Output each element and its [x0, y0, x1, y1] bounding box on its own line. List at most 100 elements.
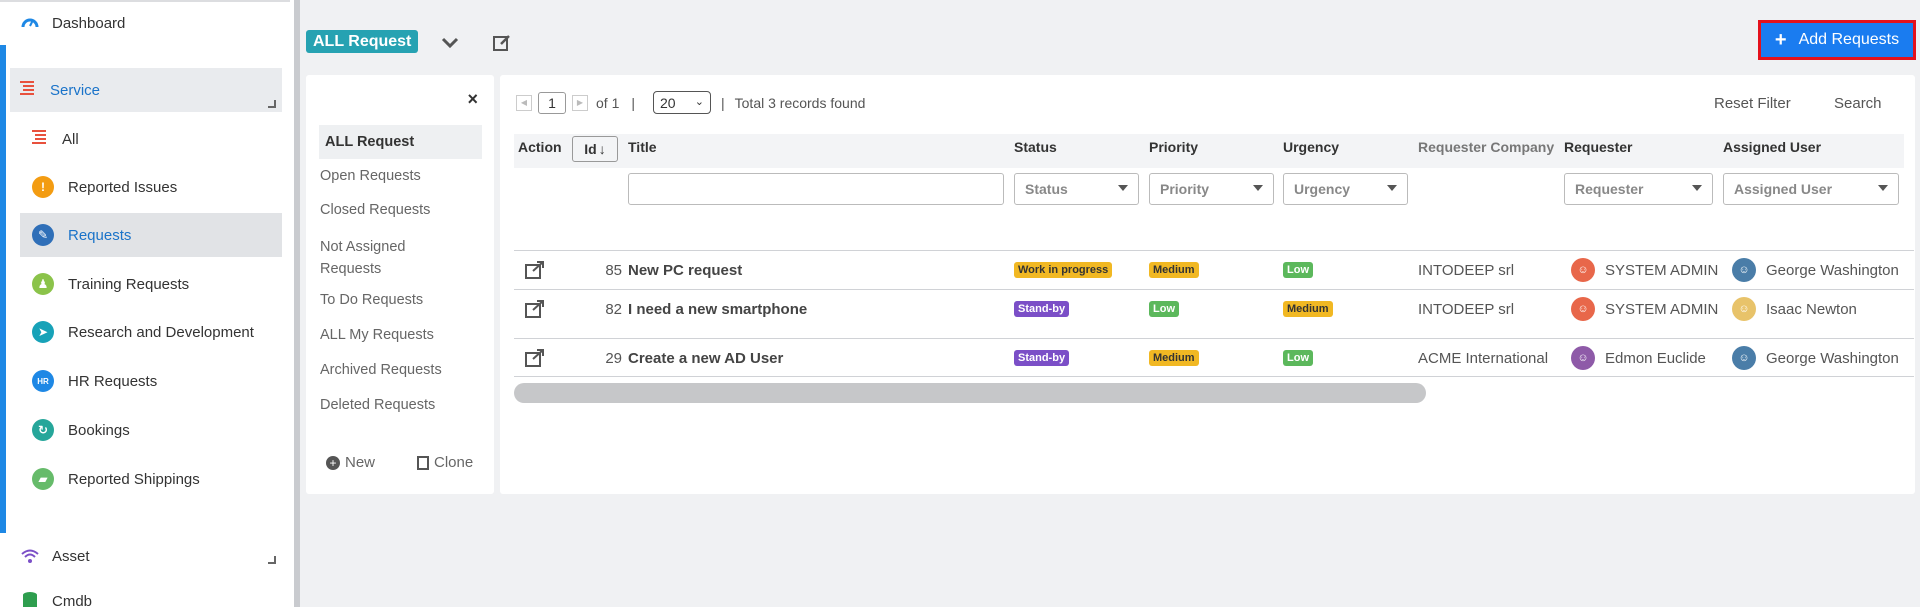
chevron-down-icon[interactable]: [437, 30, 463, 56]
page-size-value: 20: [660, 94, 676, 111]
priority-filter-select[interactable]: Priority: [1149, 173, 1274, 205]
col-urgency[interactable]: Urgency: [1283, 139, 1339, 155]
expand-handle-icon[interactable]: [268, 556, 276, 564]
sidebar-item-label: Requests: [68, 226, 132, 244]
sidebar: Dashboard Service All ! Reported Issues …: [0, 0, 294, 607]
view-link-all-request[interactable]: ALL Request: [319, 125, 482, 159]
research-icon: ➤: [32, 321, 54, 343]
sidebar-item-reported-shippings[interactable]: ▰ Reported Shippings: [20, 457, 282, 501]
request-title[interactable]: Create a new AD User: [628, 339, 783, 377]
col-priority[interactable]: Priority: [1149, 139, 1198, 155]
view-link-todo-requests[interactable]: To Do Requests: [320, 289, 480, 311]
list-icon: [32, 130, 48, 148]
status-badge: Stand-by: [1014, 301, 1070, 317]
service-active-bar: [0, 45, 6, 533]
prev-page-icon[interactable]: ◀: [516, 94, 532, 111]
sidebar-item-service[interactable]: Service: [10, 68, 282, 112]
caret-down-icon: [1878, 185, 1888, 191]
current-view-badge: ALL Request: [306, 30, 419, 53]
sidebar-item-label: Bookings: [68, 421, 130, 439]
sidebar-item-asset[interactable]: Asset: [0, 536, 294, 576]
sort-id-button[interactable]: Id ↓: [572, 136, 618, 162]
training-icon: ♟: [32, 273, 54, 295]
status-filter-select[interactable]: Status: [1014, 173, 1139, 205]
request-title[interactable]: New PC request: [628, 251, 742, 289]
requests-grid-panel: ◀ 1 ▶ of 1 | 20 ⌄ | Total 3 records foun…: [500, 75, 1915, 494]
view-link-archived-requests[interactable]: Archived Requests: [320, 359, 480, 381]
urgency-badge: Medium: [1283, 301, 1333, 317]
assigned-filter-select[interactable]: Assigned User: [1723, 173, 1899, 205]
requester-company: ACME International: [1418, 349, 1549, 367]
col-requester[interactable]: Requester: [1564, 139, 1632, 155]
sidebar-item-label: Service: [50, 81, 101, 99]
requester-filter-select[interactable]: Requester: [1564, 173, 1713, 205]
col-assigned-user[interactable]: Assigned User: [1723, 139, 1821, 155]
view-link-not-assigned-requests[interactable]: Not Assigned Requests: [320, 236, 430, 280]
avatar: ☺: [1571, 346, 1595, 370]
request-id: 29: [605, 349, 622, 367]
sidebar-item-cmdb[interactable]: Cmdb: [0, 581, 294, 607]
open-record-icon[interactable]: [524, 290, 546, 328]
status-filter-placeholder: Status: [1025, 181, 1068, 197]
sidebar-item-label: Reported Issues: [68, 178, 178, 196]
open-record-icon[interactable]: [524, 251, 546, 289]
sidebar-item-requests[interactable]: ✎ Requests: [20, 213, 282, 257]
clone-view-label: Clone: [434, 454, 474, 471]
sidebar-item-bookings[interactable]: ↻ Bookings: [20, 408, 282, 452]
urgency-filter-select[interactable]: Urgency: [1283, 173, 1408, 205]
plus-circle-icon: +: [326, 455, 340, 470]
sidebar-item-label: Cmdb: [52, 592, 93, 607]
sidebar-item-training-requests[interactable]: ♟ Training Requests: [20, 262, 282, 306]
view-link-closed-requests[interactable]: Closed Requests: [320, 199, 480, 221]
col-requester-company[interactable]: Requester Company: [1418, 139, 1554, 155]
table-row[interactable]: 29 Create a new AD User Stand-by Medium …: [514, 338, 1914, 376]
add-requests-button[interactable]: + Add Requests: [1758, 20, 1916, 60]
sidebar-item-all[interactable]: All: [20, 117, 282, 161]
new-view-button[interactable]: + New: [326, 454, 375, 471]
sidebar-item-research[interactable]: ➤ Research and Development: [20, 310, 282, 354]
col-status[interactable]: Status: [1014, 139, 1057, 155]
col-action: Action: [518, 139, 562, 155]
sidebar-item-label: Reported Shippings: [68, 470, 200, 488]
next-page-icon[interactable]: ▶: [572, 94, 588, 111]
table-row[interactable]: 85 New PC request Work in progress Mediu…: [514, 250, 1914, 288]
title-filter-input[interactable]: [628, 173, 1004, 205]
chevron-down-icon: ⌄: [694, 96, 704, 108]
view-link-open-requests[interactable]: Open Requests: [320, 165, 480, 187]
sidebar-item-reported-issues[interactable]: ! Reported Issues: [20, 165, 282, 209]
sidebar-item-label: Dashboard: [52, 14, 126, 32]
sidebar-item-label: All: [62, 130, 79, 148]
search-button[interactable]: Search: [1834, 95, 1882, 112]
edit-icon: ✎: [32, 224, 54, 246]
assigned-user-name: George Washington: [1766, 261, 1899, 279]
request-title[interactable]: I need a new smartphone: [628, 290, 807, 328]
clone-view-button[interactable]: Clone: [417, 454, 473, 471]
urgency-badge: Low: [1283, 350, 1313, 366]
view-link-all-my-requests[interactable]: ALL My Requests: [320, 324, 480, 346]
close-icon[interactable]: ×: [467, 89, 478, 110]
request-id: 82: [605, 300, 622, 318]
assigned-filter-placeholder: Assigned User: [1734, 181, 1833, 197]
horizontal-scrollbar[interactable]: [514, 383, 1426, 403]
table-row[interactable]: 82 I need a new smartphone Stand-by Low …: [514, 289, 1914, 327]
caret-down-icon: [1118, 185, 1128, 191]
expand-handle-icon[interactable]: [268, 100, 276, 108]
reset-filter-button[interactable]: Reset Filter: [1714, 95, 1791, 112]
page-size-select[interactable]: 20 ⌄: [653, 91, 711, 114]
bookings-icon: ↻: [32, 419, 54, 441]
sidebar-item-dashboard[interactable]: Dashboard: [0, 3, 294, 43]
urgency-filter-placeholder: Urgency: [1294, 181, 1351, 197]
views-panel: × ALL Request Open Requests Closed Reque…: [306, 75, 494, 494]
sidebar-scrollbar[interactable]: [294, 0, 300, 607]
sidebar-item-hr-requests[interactable]: HR HR Requests: [20, 359, 282, 403]
assigned-user-name: Isaac Newton: [1766, 300, 1857, 318]
edit-view-icon[interactable]: [489, 30, 515, 56]
view-link-deleted-requests[interactable]: Deleted Requests: [320, 394, 480, 416]
copy-icon: [417, 455, 429, 470]
open-record-icon[interactable]: [524, 339, 546, 377]
urgency-badge: Low: [1283, 262, 1313, 278]
status-badge: Work in progress: [1014, 262, 1113, 278]
col-id-label: Id: [584, 141, 597, 157]
col-title[interactable]: Title: [628, 139, 657, 155]
page-number-input[interactable]: 1: [538, 91, 566, 114]
